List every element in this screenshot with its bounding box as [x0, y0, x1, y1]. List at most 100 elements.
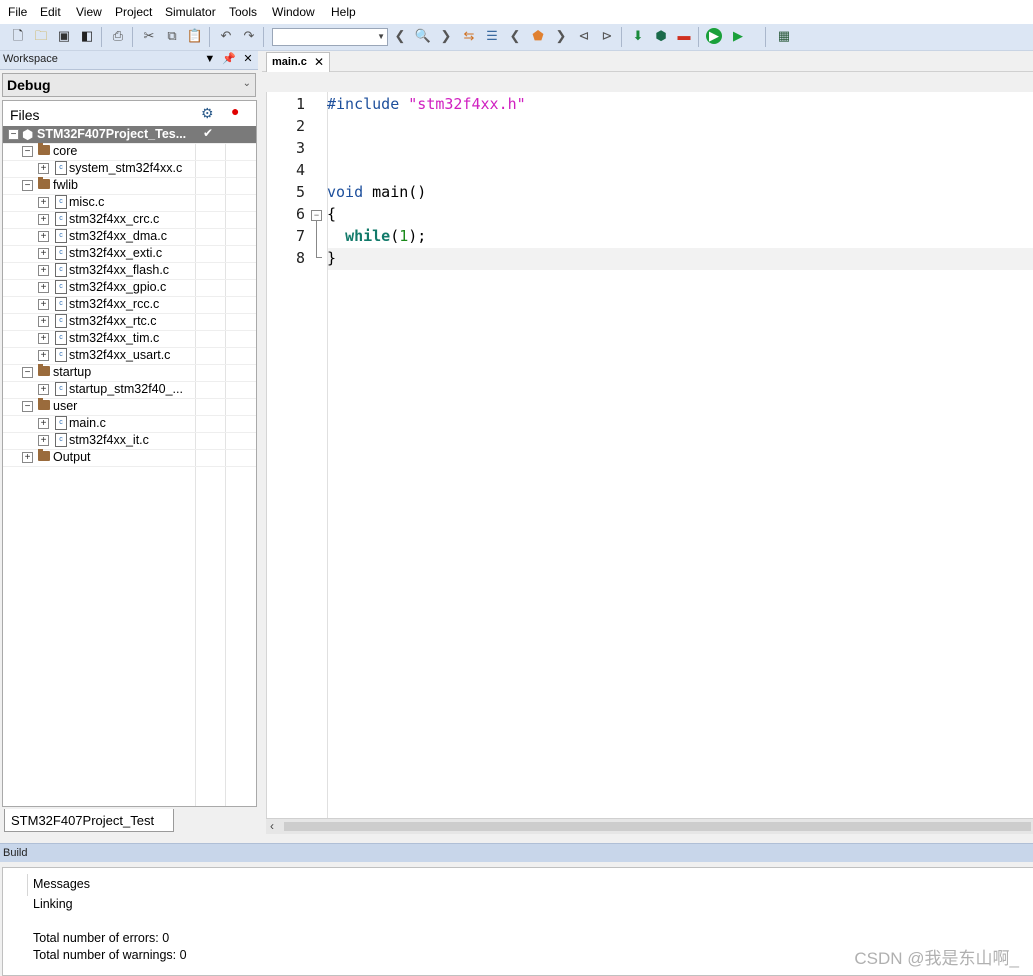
save-all-icon[interactable]: ◧ [79, 28, 95, 44]
chevron-down-icon[interactable]: ⌄ [243, 78, 251, 89]
tree-folder[interactable]: + Output [3, 449, 256, 467]
tree-file[interactable]: + c stm32f4xx_tim.c [3, 330, 256, 348]
menu-tools[interactable]: Tools [229, 5, 257, 19]
collapse-icon[interactable]: − [22, 401, 33, 412]
nav-back-icon[interactable]: ❮ [392, 28, 408, 44]
chevron-down-icon[interactable]: ▼ [377, 29, 385, 45]
tree-folder[interactable]: − fwlib [3, 177, 256, 195]
menu-help[interactable]: Help [331, 5, 356, 19]
expand-icon[interactable]: + [38, 163, 49, 174]
tree-file[interactable]: + c stm32f4xx_crc.c [3, 211, 256, 229]
search-combo[interactable]: ▼ [272, 28, 388, 46]
forward-icon[interactable]: ❯ [553, 28, 569, 44]
collapse-icon[interactable]: − [22, 367, 33, 378]
download-icon[interactable]: ⬇ [630, 28, 646, 44]
menu-simulator[interactable]: Simulator [165, 5, 216, 19]
gear-icon[interactable]: ⚙ [201, 105, 214, 122]
toggle-icon[interactable]: ⇆ [461, 28, 477, 44]
pin-icon[interactable]: 📌 [221, 52, 237, 65]
expand-icon[interactable]: + [38, 282, 49, 293]
nav-forward-icon[interactable]: ❯ [438, 28, 454, 44]
tree-item-label: stm32f4xx_rtc.c [69, 314, 157, 328]
tab-main-c[interactable]: main.c ✕ [266, 52, 330, 72]
line-number: 2 [295, 117, 305, 135]
save-icon[interactable]: ▣ [56, 28, 72, 44]
options-icon[interactable]: ▦ [776, 28, 792, 44]
open-folder-icon[interactable]: 🗀 [33, 28, 49, 44]
scroll-left-icon[interactable]: ‹ [270, 819, 274, 833]
collapse-icon[interactable]: − [311, 210, 322, 221]
tree-file[interactable]: + c stm32f4xx_flash.c [3, 262, 256, 280]
tree-file[interactable]: + c stm32f4xx_rcc.c [3, 296, 256, 314]
tree-file[interactable]: + c stm32f4xx_it.c [3, 432, 256, 450]
copy-icon[interactable]: ⧉ [164, 28, 180, 44]
tree-file[interactable]: + c stm32f4xx_dma.c [3, 228, 256, 246]
tree-file[interactable]: + c stm32f4xx_rtc.c [3, 313, 256, 331]
expand-icon[interactable]: + [38, 350, 49, 361]
configuration-select[interactable]: Debug ⌄ [2, 73, 256, 97]
new-file-icon[interactable]: 🗋 [10, 28, 26, 44]
expand-icon[interactable]: + [38, 384, 49, 395]
tree-file[interactable]: + c misc.c [3, 194, 256, 212]
c-file-icon: c [55, 297, 67, 311]
next-bookmark-icon[interactable]: ⊳ [599, 28, 615, 44]
menu-file[interactable]: File [8, 5, 27, 19]
expand-icon[interactable]: + [38, 435, 49, 446]
collapse-icon[interactable]: − [8, 129, 19, 140]
expand-icon[interactable]: + [22, 452, 33, 463]
undo-icon[interactable]: ↶ [218, 28, 234, 44]
expand-icon[interactable]: + [38, 316, 49, 327]
expand-icon[interactable]: + [38, 248, 49, 259]
expand-icon[interactable]: + [38, 214, 49, 225]
print-icon[interactable]: ⎙ [110, 28, 126, 44]
dropdown-arrow-icon[interactable]: ▼ [202, 53, 218, 65]
menu-window[interactable]: Window [272, 5, 315, 19]
tree-file[interactable]: + c startup_stm32f40_... [3, 381, 256, 399]
tree-item-label: stm32f4xx_exti.c [69, 246, 163, 260]
expand-icon[interactable]: + [38, 333, 49, 344]
scrollbar-thumb[interactable] [284, 822, 1031, 831]
close-icon[interactable]: ✕ [240, 52, 256, 65]
build-icon[interactable]: ⬢ [653, 28, 669, 44]
open-paren: ( [390, 227, 400, 245]
tree-item-label: fwlib [53, 178, 79, 192]
expand-icon[interactable]: + [38, 265, 49, 276]
tree-folder[interactable]: − core [3, 143, 256, 161]
debug-run-icon[interactable]: ▶ [706, 28, 722, 44]
tree-folder[interactable]: − user [3, 398, 256, 416]
include-string: "stm32f4xx.h" [408, 95, 526, 113]
close-icon[interactable]: ✕ [314, 55, 324, 69]
tree-file[interactable]: + c stm32f4xx_exti.c [3, 245, 256, 263]
redo-icon[interactable]: ↷ [241, 28, 257, 44]
expand-icon[interactable]: + [38, 197, 49, 208]
list-icon[interactable]: ☰ [484, 28, 500, 44]
prev-bookmark-icon[interactable]: ⊲ [576, 28, 592, 44]
collapse-icon[interactable]: − [22, 146, 33, 157]
menu-edit[interactable]: Edit [40, 5, 61, 19]
stop-icon[interactable]: ▬ [676, 28, 692, 44]
back-icon[interactable]: ❮ [507, 28, 523, 44]
menu-project[interactable]: Project [115, 5, 152, 19]
cut-icon[interactable]: ✂ [141, 28, 157, 44]
toolbar-separator [101, 27, 102, 47]
code-editor[interactable]: 1 2 3 4 5 6 7 8 − #include "stm32f4xx.h"… [266, 92, 1033, 818]
collapse-icon[interactable]: − [22, 180, 33, 191]
tree-file[interactable]: + c stm32f4xx_usart.c [3, 347, 256, 365]
tree-file[interactable]: + c system_stm32f4xx.c [3, 160, 256, 178]
find-icon[interactable]: 🔍 [415, 28, 431, 44]
menu-view[interactable]: View [76, 5, 102, 19]
run-icon[interactable]: ▶ [730, 28, 746, 44]
expand-icon[interactable]: + [38, 299, 49, 310]
horizontal-scrollbar[interactable]: ‹ [266, 818, 1033, 834]
configuration-value: Debug [7, 77, 51, 93]
bookmark-icon[interactable]: ⬟ [530, 28, 546, 44]
tree-item-label: stm32f4xx_crc.c [69, 212, 160, 226]
tree-file[interactable]: + c main.c [3, 415, 256, 433]
paste-icon[interactable]: 📋 [187, 28, 203, 44]
tree-folder[interactable]: − startup [3, 364, 256, 382]
expand-icon[interactable]: + [38, 418, 49, 429]
tree-project-root[interactable]: − ⬢ STM32F407Project_Tes... ✔ [3, 126, 256, 144]
expand-icon[interactable]: + [38, 231, 49, 242]
workspace-project-tab[interactable]: STM32F407Project_Test [4, 809, 174, 832]
tree-file[interactable]: + c stm32f4xx_gpio.c [3, 279, 256, 297]
